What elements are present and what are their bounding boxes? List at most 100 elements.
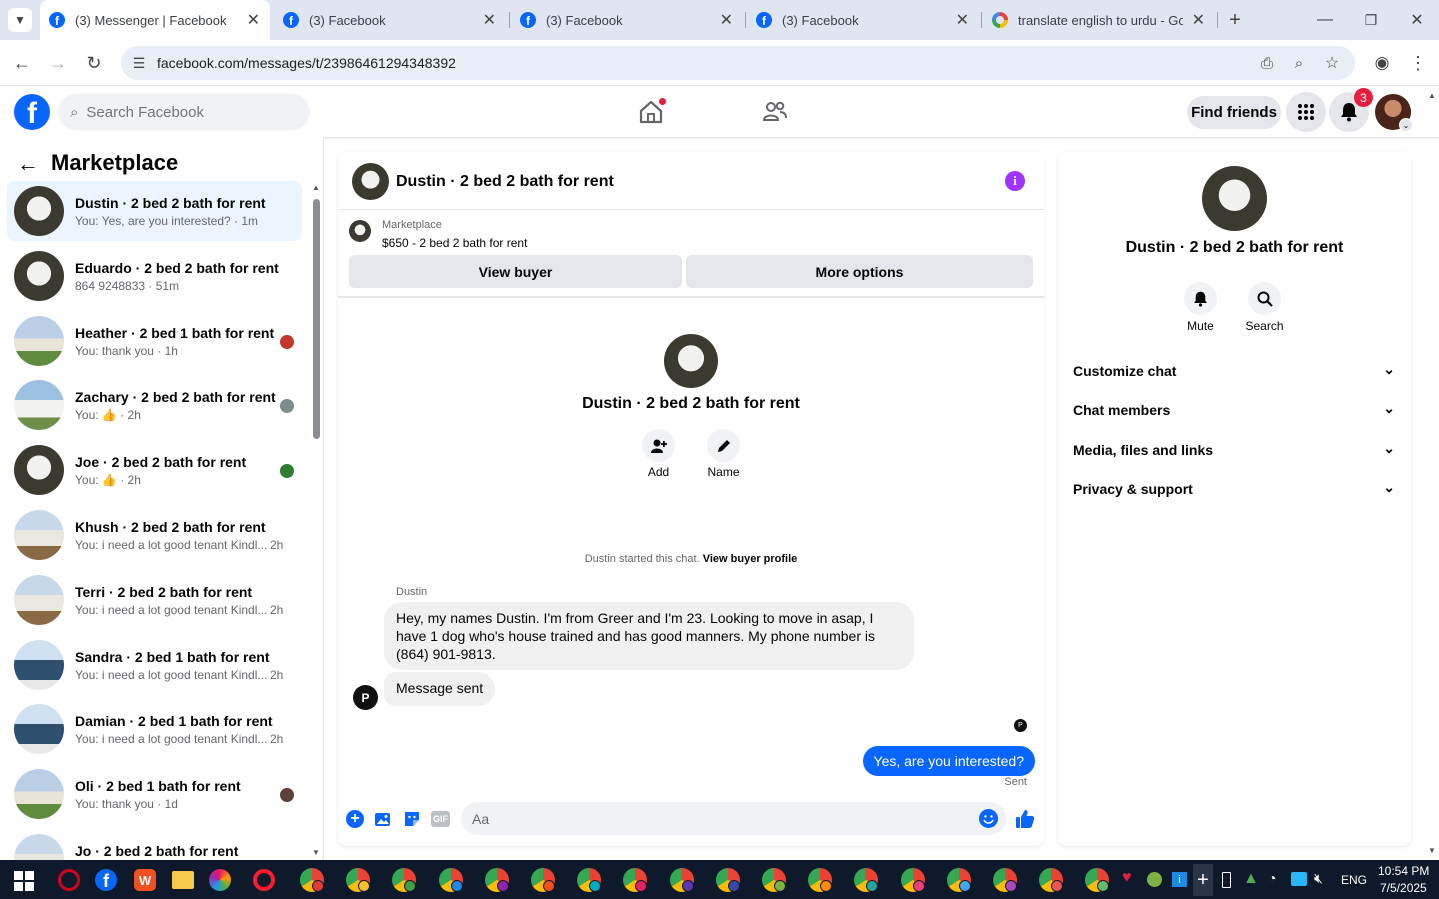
- close-tab-icon[interactable]: ✕: [956, 10, 969, 30]
- battery-icon[interactable]: [1222, 872, 1231, 888]
- chrome-icon[interactable]: [531, 868, 555, 892]
- chrome-icon[interactable]: [715, 868, 740, 892]
- tab-facebook-3[interactable]: f (3) Facebook ✕: [756, 0, 971, 40]
- info-tray-icon[interactable]: i: [1172, 872, 1187, 887]
- site-info-icon[interactable]: ☰: [127, 51, 151, 75]
- tab-search-icon[interactable]: ▼: [8, 8, 32, 32]
- conversation-item[interactable]: Joe · 2 bed 2 bath for rent You: 👍 · 2h: [7, 440, 302, 500]
- chrome-icon[interactable]: [993, 868, 1017, 892]
- chrome-icon[interactable]: [1039, 868, 1064, 892]
- gif-icon[interactable]: GIF: [431, 811, 450, 827]
- chrome-icon[interactable]: [762, 868, 786, 892]
- incoming-message-2[interactable]: Message sent: [384, 672, 496, 706]
- search-bar[interactable]: ⌕: [58, 94, 310, 130]
- conversation-item[interactable]: Damian · 2 bed 1 bath for rent You: i nee…: [7, 699, 302, 759]
- conversation-item[interactable]: Heather · 2 bed 1 bath for rent You: than…: [7, 311, 302, 371]
- tab-google-translate[interactable]: translate english to urdu - Goo ✕: [992, 0, 1207, 40]
- incoming-message[interactable]: Hey, my names Dustin. I'm from Greer and…: [384, 602, 914, 670]
- forward-icon[interactable]: →: [46, 51, 70, 75]
- plus-tray-icon[interactable]: +: [1193, 864, 1213, 896]
- close-tab-icon[interactable]: ✕: [1192, 10, 1205, 30]
- gallery-icon[interactable]: [374, 810, 392, 828]
- conversation-info-icon[interactable]: i: [1005, 171, 1025, 191]
- tab-messenger[interactable]: f (3) Messenger | Facebook ✕: [40, 0, 270, 40]
- friends-icon[interactable]: [761, 98, 789, 126]
- network-icon[interactable]: ◔: [1268, 870, 1276, 886]
- chrome-icon[interactable]: [392, 868, 417, 892]
- conversation-item[interactable]: Khush · 2 bed 2 bath for rent You: i need…: [7, 505, 302, 565]
- opera-icon[interactable]: [253, 869, 275, 891]
- scrollbar-thumb[interactable]: [313, 199, 320, 439]
- heart-tray-icon[interactable]: ♥: [1122, 869, 1132, 887]
- privacy-support-section[interactable]: Privacy & support ⌄: [1073, 479, 1397, 497]
- clock-time[interactable]: 10:54 PM: [1378, 864, 1429, 878]
- chrome-icon[interactable]: [484, 868, 509, 892]
- bookmark-star-icon[interactable]: ☆: [1320, 51, 1344, 75]
- add-people-button[interactable]: [642, 429, 675, 462]
- clock-date[interactable]: 7/5/2025: [1380, 881, 1427, 895]
- profile-icon[interactable]: ◉: [1370, 51, 1394, 75]
- listing-title[interactable]: $650 - 2 bed 2 bath for rent: [382, 236, 527, 250]
- sender-avatar[interactable]: P: [353, 685, 378, 710]
- reload-icon[interactable]: ↻: [82, 51, 106, 75]
- minimize-icon[interactable]: —: [1313, 8, 1337, 32]
- more-options-button[interactable]: More options: [686, 255, 1033, 288]
- menu-kebab-icon[interactable]: ⋮: [1406, 51, 1430, 75]
- menu-grid-icon[interactable]: [1286, 92, 1326, 132]
- chat-header-title[interactable]: Dustin · 2 bed 2 bath for rent: [396, 173, 614, 191]
- profile-avatar[interactable]: [664, 334, 718, 388]
- install-app-icon[interactable]: ⎙: [1255, 51, 1279, 75]
- view-buyer-button[interactable]: View buyer: [349, 255, 682, 288]
- scrollbar-track[interactable]: ▲ ▼: [311, 183, 321, 860]
- account-avatar[interactable]: ⌄: [1375, 94, 1413, 132]
- conversation-item[interactable]: Jo · 2 bed 2 bath for rent: [7, 829, 302, 860]
- chrome-icon[interactable]: [900, 868, 925, 892]
- mute-button[interactable]: [1184, 282, 1217, 315]
- display-icon[interactable]: [1291, 872, 1307, 886]
- file-explorer-icon[interactable]: [172, 871, 194, 889]
- home-icon[interactable]: [637, 98, 666, 126]
- facebook-app-icon[interactable]: f: [95, 869, 117, 891]
- language-indicator[interactable]: ENG: [1341, 873, 1367, 887]
- chat-avatar[interactable]: [352, 163, 389, 200]
- close-tab-icon[interactable]: ✕: [720, 10, 733, 30]
- conversation-item[interactable]: Oli · 2 bed 1 bath for rent You: thank yo…: [7, 764, 302, 824]
- colorful-app-icon[interactable]: [209, 869, 231, 891]
- page-scroll-up-icon[interactable]: ▲: [1428, 91, 1436, 100]
- tray-app-icon[interactable]: [1147, 872, 1162, 887]
- new-tab-icon[interactable]: +: [1223, 8, 1247, 32]
- thumbs-up-icon[interactable]: [1015, 809, 1035, 829]
- chrome-icon[interactable]: [346, 868, 371, 892]
- message-input-field[interactable]: Aa: [461, 802, 1006, 835]
- zoom-icon[interactable]: ⌕: [1287, 51, 1311, 75]
- back-icon[interactable]: ←: [10, 51, 34, 75]
- scroll-up-arrow-icon[interactable]: ▲: [312, 183, 320, 192]
- view-buyer-profile-link[interactable]: View buyer profile: [703, 553, 798, 565]
- chat-members-section[interactable]: Chat members ⌄: [1073, 400, 1397, 418]
- tab-facebook-2[interactable]: f (3) Facebook ✕: [520, 0, 735, 40]
- emoji-icon[interactable]: [979, 809, 998, 828]
- scroll-down-arrow-icon[interactable]: ▼: [312, 848, 320, 857]
- page-scroll-down-icon[interactable]: ▼: [1428, 846, 1436, 855]
- chrome-icon[interactable]: [623, 868, 648, 892]
- chrome-icon[interactable]: [854, 868, 879, 892]
- details-avatar[interactable]: [1202, 166, 1267, 231]
- edit-name-button[interactable]: [707, 429, 740, 462]
- windows-start-icon[interactable]: [14, 871, 34, 891]
- conversation-item[interactable]: Sandra · 2 bed 1 bath for rent You: i nee…: [7, 635, 302, 695]
- notifications-bell-icon[interactable]: 3: [1329, 88, 1373, 132]
- back-arrow-icon[interactable]: ←: [17, 151, 39, 177]
- volume-muted-icon[interactable]: 🔇︎: [1314, 870, 1323, 887]
- chrome-icon[interactable]: [669, 868, 694, 892]
- chrome-icon[interactable]: [1085, 868, 1110, 892]
- customize-chat-section[interactable]: Customize chat ⌄: [1073, 361, 1397, 379]
- media-files-links-section[interactable]: Media, files and links ⌄: [1073, 440, 1397, 458]
- search-input[interactable]: [86, 103, 287, 121]
- chrome-icon[interactable]: [946, 868, 971, 892]
- chrome-icon[interactable]: [300, 868, 324, 892]
- tab-facebook-1[interactable]: f (3) Facebook ✕: [283, 0, 498, 40]
- chrome-icon[interactable]: [808, 868, 833, 892]
- app-triangle-icon[interactable]: ▲: [1243, 870, 1259, 888]
- conversation-item[interactable]: Terri · 2 bed 2 bath for rent You: i need…: [7, 570, 302, 630]
- conversation-item[interactable]: Dustin · 2 bed 2 bath for rent You: Yes, …: [7, 181, 302, 241]
